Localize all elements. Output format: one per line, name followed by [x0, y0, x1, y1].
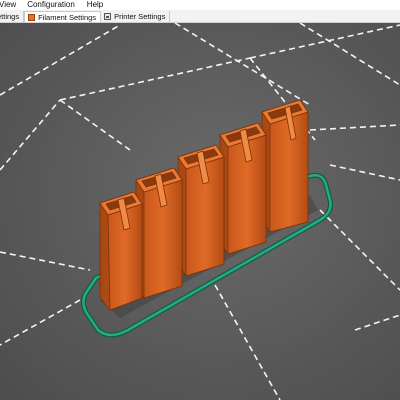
- print-bed-scene: [0, 23, 400, 400]
- settings-tab-bar: ettings Filament Settings Printer Settin…: [0, 10, 400, 23]
- filament-spool-icon: [28, 13, 36, 21]
- grid-line: [0, 299, 81, 346]
- grid-line: [214, 284, 281, 400]
- grid-line: [59, 57, 251, 101]
- tab-print-settings-label: ettings: [0, 12, 20, 21]
- menu-help[interactable]: Help: [87, 0, 103, 10]
- tab-printer-settings-label: Printer Settings: [114, 12, 166, 21]
- menu-view[interactable]: View: [0, 0, 16, 10]
- menu-bar: View Configuration Help: [0, 0, 400, 10]
- tab-filament-settings-label: Filament Settings: [38, 12, 97, 22]
- menu-configuration[interactable]: Configuration: [27, 0, 75, 10]
- tab-print-settings[interactable]: ettings: [0, 11, 25, 22]
- grid-line: [329, 164, 400, 181]
- model-tube: [99, 191, 143, 311]
- grid-line: [0, 99, 61, 171]
- tab-filament-settings[interactable]: Filament Settings: [24, 11, 102, 22]
- grid-line: [354, 314, 400, 331]
- grid-line: [319, 209, 400, 291]
- model-tube: [261, 99, 309, 233]
- grid-line: [0, 24, 121, 96]
- grid-line: [174, 23, 311, 106]
- grid-line: [0, 251, 91, 271]
- 3d-viewport[interactable]: [0, 23, 400, 400]
- tab-printer-settings[interactable]: Printer Settings: [101, 11, 171, 22]
- grid-line: [299, 23, 400, 86]
- model-tube: [135, 167, 183, 299]
- grid-line: [59, 99, 131, 151]
- grid-line: [249, 24, 400, 59]
- printed-model: [99, 99, 309, 311]
- grid-line: [309, 124, 400, 131]
- model-tube: [219, 122, 267, 255]
- model-tube: [177, 144, 225, 277]
- printer-icon: [104, 13, 112, 20]
